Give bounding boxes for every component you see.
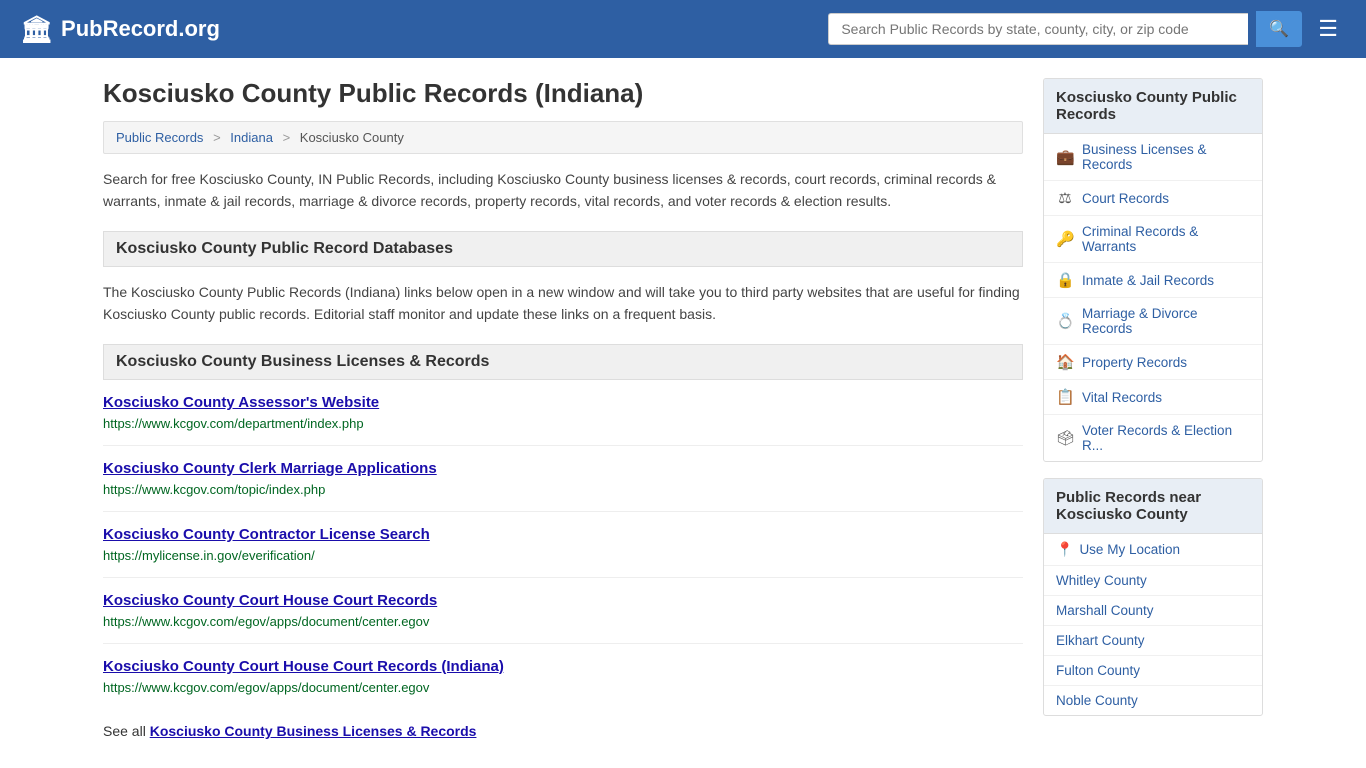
record-link-url-4[interactable]: https://www.kcgov.com/egov/apps/document… [103, 680, 429, 695]
nearby-header: Public Records near Kosciusko County [1044, 479, 1262, 534]
use-location-label: Use My Location [1079, 542, 1180, 557]
record-link-title-2[interactable]: Kosciusko County Contractor License Sear… [103, 526, 1023, 543]
location-icon: 📍 [1056, 541, 1073, 558]
sidebar-icon-3: 🔒 [1056, 271, 1074, 289]
links-list: Kosciusko County Assessor's Website http… [103, 394, 1023, 709]
sidebar-item-label-3: Inmate & Jail Records [1082, 273, 1214, 288]
sidebar-icon-5: 🏠 [1056, 353, 1074, 371]
breadcrumb-current: Kosciusko County [300, 130, 404, 145]
sidebar-items-list: 💼 Business Licenses & Records ⚖ Court Re… [1044, 134, 1262, 461]
sidebar-icon-1: ⚖ [1056, 189, 1074, 207]
nearby-county-label-3: Fulton County [1056, 663, 1140, 678]
sidebar-item-1[interactable]: ⚖ Court Records [1044, 181, 1262, 216]
search-input[interactable] [828, 13, 1248, 45]
sidebar-item-label-7: Voter Records & Election R... [1082, 423, 1250, 453]
breadcrumb: Public Records > Indiana > Kosciusko Cou… [103, 121, 1023, 154]
record-link-url-3[interactable]: https://www.kcgov.com/egov/apps/document… [103, 614, 429, 629]
main-content: Kosciusko County Public Records (Indiana… [83, 58, 1283, 739]
see-all-section: See all Kosciusko County Business Licens… [103, 723, 1023, 739]
page-title: Kosciusko County Public Records (Indiana… [103, 78, 1023, 109]
breadcrumb-separator-1: > [213, 130, 221, 145]
sidebar-public-records-header: Kosciusko County Public Records [1044, 79, 1262, 134]
nearby-county-label-4: Noble County [1056, 693, 1138, 708]
sidebar-item-label-1: Court Records [1082, 191, 1169, 206]
sidebar-icon-4: 💍 [1056, 312, 1074, 330]
nearby-sidebar-box: Public Records near Kosciusko County 📍 U… [1043, 478, 1263, 716]
sidebar-item-0[interactable]: 💼 Business Licenses & Records [1044, 134, 1262, 181]
breadcrumb-link-public-records[interactable]: Public Records [116, 130, 203, 145]
business-section-header: Kosciusko County Business Licenses & Rec… [103, 344, 1023, 380]
sidebar-item-label-0: Business Licenses & Records [1082, 142, 1250, 172]
logo-icon: 🏛 [20, 14, 53, 45]
logo-text: PubRecord.org [61, 16, 220, 42]
sidebar-item-label-4: Marriage & Divorce Records [1082, 306, 1250, 336]
page-description: Search for free Kosciusko County, IN Pub… [103, 168, 1023, 213]
sidebar-icon-6: 📋 [1056, 388, 1074, 406]
record-link-item: Kosciusko County Court House Court Recor… [103, 592, 1023, 644]
nearby-county-1[interactable]: Marshall County [1044, 596, 1262, 626]
record-link-url-1[interactable]: https://www.kcgov.com/topic/index.php [103, 482, 325, 497]
databases-description: The Kosciusko County Public Records (Ind… [103, 281, 1023, 326]
breadcrumb-separator-2: > [283, 130, 291, 145]
logo-link[interactable]: 🏛 PubRecord.org [20, 14, 220, 45]
record-link-title-4[interactable]: Kosciusko County Court House Court Recor… [103, 658, 1023, 675]
use-my-location-item[interactable]: 📍 Use My Location [1044, 534, 1262, 566]
sidebar-item-7[interactable]: 🗳 Voter Records & Election R... [1044, 415, 1262, 461]
nearby-county-label-1: Marshall County [1056, 603, 1154, 618]
record-link-item: Kosciusko County Assessor's Website http… [103, 394, 1023, 446]
public-records-sidebar-box: Kosciusko County Public Records 💼 Busine… [1043, 78, 1263, 462]
search-area: 🔍 ☰ [828, 11, 1346, 47]
nearby-county-4[interactable]: Noble County [1044, 686, 1262, 715]
nearby-county-2[interactable]: Elkhart County [1044, 626, 1262, 656]
left-column: Kosciusko County Public Records (Indiana… [103, 78, 1023, 739]
record-link-url-0[interactable]: https://www.kcgov.com/department/index.p… [103, 416, 364, 431]
nearby-county-label-2: Elkhart County [1056, 633, 1145, 648]
sidebar-item-4[interactable]: 💍 Marriage & Divorce Records [1044, 298, 1262, 345]
sidebar-item-3[interactable]: 🔒 Inmate & Jail Records [1044, 263, 1262, 298]
search-button[interactable]: 🔍 [1256, 11, 1302, 47]
record-link-item: Kosciusko County Court House Court Recor… [103, 658, 1023, 709]
record-link-title-1[interactable]: Kosciusko County Clerk Marriage Applicat… [103, 460, 1023, 477]
nearby-counties-list: Whitley County Marshall County Elkhart Cou… [1044, 566, 1262, 715]
sidebar-icon-0: 💼 [1056, 148, 1074, 166]
sidebar-icon-7: 🗳 [1056, 429, 1074, 447]
sidebar-item-6[interactable]: 📋 Vital Records [1044, 380, 1262, 415]
sidebar-item-2[interactable]: 🔑 Criminal Records & Warrants [1044, 216, 1262, 263]
see-all-link[interactable]: Kosciusko County Business Licenses & Rec… [150, 723, 477, 739]
databases-section-header: Kosciusko County Public Record Databases [103, 231, 1023, 267]
sidebar-item-5[interactable]: 🏠 Property Records [1044, 345, 1262, 380]
nearby-county-0[interactable]: Whitley County [1044, 566, 1262, 596]
breadcrumb-link-indiana[interactable]: Indiana [230, 130, 273, 145]
sidebar-item-label-5: Property Records [1082, 355, 1187, 370]
nearby-county-label-0: Whitley County [1056, 573, 1147, 588]
sidebar-item-label-2: Criminal Records & Warrants [1082, 224, 1250, 254]
record-link-item: Kosciusko County Clerk Marriage Applicat… [103, 460, 1023, 512]
record-link-item: Kosciusko County Contractor License Sear… [103, 526, 1023, 578]
hamburger-menu-button[interactable]: ☰ [1310, 12, 1346, 46]
right-column: Kosciusko County Public Records 💼 Busine… [1043, 78, 1263, 739]
nearby-county-3[interactable]: Fulton County [1044, 656, 1262, 686]
record-link-url-2[interactable]: https://mylicense.in.gov/everification/ [103, 548, 315, 563]
sidebar-icon-2: 🔑 [1056, 230, 1074, 248]
sidebar-item-label-6: Vital Records [1082, 390, 1162, 405]
record-link-title-0[interactable]: Kosciusko County Assessor's Website [103, 394, 1023, 411]
site-header: 🏛 PubRecord.org 🔍 ☰ [0, 0, 1366, 58]
record-link-title-3[interactable]: Kosciusko County Court House Court Recor… [103, 592, 1023, 609]
see-all-text: See all [103, 723, 150, 739]
